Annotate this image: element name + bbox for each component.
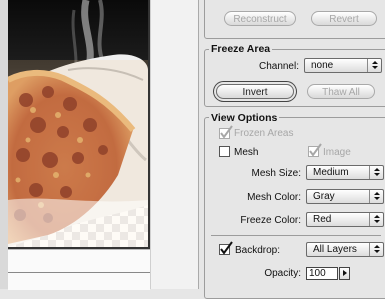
checkmark-icon (220, 241, 233, 255)
chevron-updown-icon (369, 190, 383, 203)
mesh-size-label: Mesh Size: (251, 168, 301, 179)
reconstruct-button[interactable]: Reconstruct (224, 11, 296, 26)
mesh-label: Mesh (234, 147, 259, 158)
opacity-input[interactable]: 100 (306, 267, 338, 280)
mesh-color-label: Mesh Color: (247, 192, 301, 203)
channel-label: Channel: (258, 61, 299, 72)
chevron-updown-icon (369, 166, 383, 179)
invert-button[interactable]: Invert (216, 84, 294, 99)
mesh-color-value: Gray (313, 191, 335, 202)
pizza-preview-image (8, 0, 148, 247)
freeze-color-label: Freeze Color: (240, 215, 301, 226)
revert-button[interactable]: Revert (311, 11, 377, 26)
checkmark-icon (309, 143, 322, 157)
freeze-area-title: Freeze Area (209, 43, 273, 55)
image-checkbox[interactable] (308, 143, 322, 157)
liquify-preview-canvas[interactable] (8, 0, 150, 249)
thaw-all-button[interactable]: Thaw All (307, 84, 375, 99)
opacity-slider-arrow[interactable] (339, 267, 350, 280)
chevron-updown-icon (367, 59, 381, 72)
frozen-areas-checkbox[interactable] (219, 125, 233, 139)
backdrop-value: All Layers (313, 244, 357, 255)
mesh-checkbox[interactable] (219, 146, 230, 157)
freeze-color-value: Red (313, 214, 332, 225)
frozen-areas-label: Frozen Areas (234, 128, 294, 139)
image-label: Image (323, 147, 351, 158)
options-panel: Reconstruct Revert Freeze Area Channel: … (198, 0, 385, 299)
chevron-updown-icon (369, 243, 383, 256)
channel-select[interactable]: none (304, 58, 382, 73)
chevron-updown-icon (369, 213, 383, 226)
section-divider (211, 235, 381, 236)
backdrop-label: Backdrop: (235, 245, 281, 256)
freeze-color-select[interactable]: Red (306, 212, 384, 227)
channel-value: none (311, 60, 334, 71)
panel-divider (150, 0, 199, 289)
backdrop-select[interactable]: All Layers (306, 242, 384, 257)
opacity-label: Opacity: (264, 268, 301, 279)
view-options-title: View Options (209, 112, 280, 124)
mesh-size-select[interactable]: Medium (306, 165, 384, 180)
checkmark-icon (220, 125, 233, 139)
mesh-color-select[interactable]: Gray (306, 189, 384, 204)
backdrop-checkbox[interactable] (219, 241, 233, 255)
mesh-size-value: Medium (313, 167, 349, 178)
status-area (8, 249, 150, 290)
